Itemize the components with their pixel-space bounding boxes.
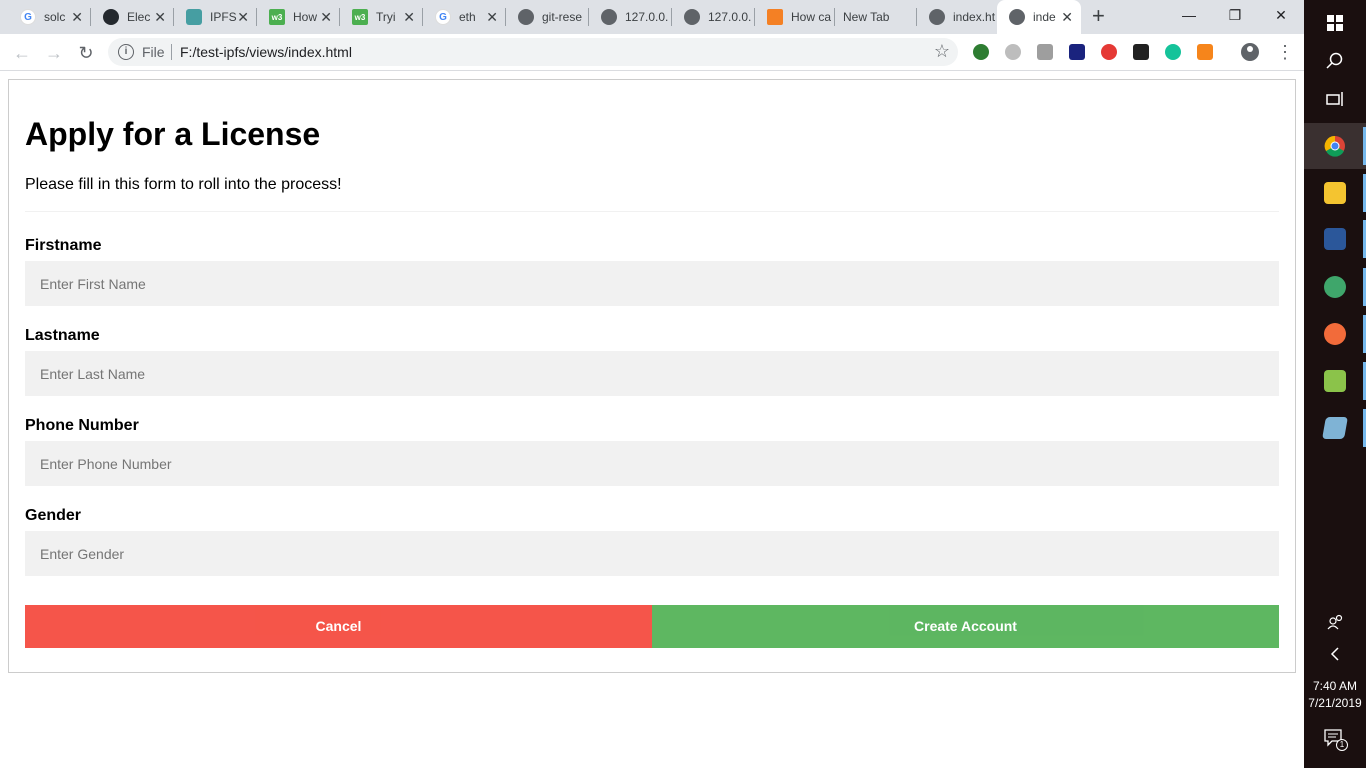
file-explorer-icon[interactable]	[1304, 170, 1366, 216]
tab-new-tab[interactable]: New Tab	[835, 0, 917, 34]
gender-label: Gender	[25, 507, 82, 524]
tab-title: eth	[459, 10, 476, 24]
postman-icon[interactable]	[1304, 311, 1366, 357]
tab-title: 127.0.0.	[625, 10, 669, 24]
close-tab-icon[interactable]: ✕	[1061, 9, 1073, 25]
address-bar[interactable]: i File F:/test-ipfs/views/index.html ☆	[108, 38, 958, 66]
w3schools-icon: w3	[352, 9, 368, 25]
tab-title: inde	[1033, 10, 1056, 24]
tab-tryi[interactable]: w3 Tryi ✕	[340, 0, 423, 34]
tab-strip: G solc ✕ Elec ✕ IPFS ✕ w3 How ✕ w3 Tryi …	[0, 0, 1304, 34]
extension-adblock-icon[interactable]	[1101, 44, 1117, 60]
extension-globe-icon[interactable]	[973, 44, 989, 60]
metamask-icon[interactable]	[1197, 44, 1213, 60]
tab-solc[interactable]: G solc ✕	[8, 0, 91, 34]
close-tab-icon[interactable]: ✕	[486, 9, 498, 25]
google-icon: G	[20, 9, 36, 25]
clock-date: 7/21/2019	[1308, 696, 1362, 710]
tab-title: New Tab	[843, 10, 890, 24]
maximize-button[interactable]: ❐	[1212, 0, 1258, 30]
forward-button[interactable]: →	[42, 41, 66, 65]
back-button[interactable]: ←	[10, 41, 34, 65]
create-account-button[interactable]: Create Account	[652, 605, 1279, 648]
divider	[25, 211, 1279, 212]
browser-window: G solc ✕ Elec ✕ IPFS ✕ w3 How ✕ w3 Tryi …	[0, 0, 1304, 768]
tab-title: index.ht	[953, 10, 996, 24]
tab-localhost-2[interactable]: 127.0.0.	[672, 0, 755, 34]
tab-title: Elec	[127, 10, 151, 24]
notepad-plus-icon[interactable]	[1304, 358, 1366, 404]
license-form: Apply for a License Please fill in this …	[8, 79, 1296, 673]
tab-elec[interactable]: Elec ✕	[91, 0, 174, 34]
github-icon	[103, 9, 119, 25]
tab-title: solc	[44, 10, 66, 24]
phone-number-input[interactable]	[25, 441, 1279, 486]
tab-title: Tryi	[376, 10, 396, 24]
chrome-menu-icon[interactable]: ⋮	[1276, 42, 1294, 62]
ipfs-icon	[186, 9, 202, 25]
stackoverflow-icon	[767, 9, 783, 25]
clock-time: 7:40 AM	[1312, 679, 1358, 693]
globe-icon	[601, 9, 617, 25]
lastname-input[interactable]	[25, 351, 1279, 396]
word-icon[interactable]	[1304, 216, 1366, 262]
windows-taskbar	[1304, 0, 1366, 768]
globe-icon	[1009, 9, 1025, 25]
tab-title: How ca	[791, 10, 832, 24]
url-scheme: File	[142, 44, 165, 60]
close-tab-icon[interactable]: ✕	[320, 9, 332, 25]
extension-grey-icon[interactable]	[1005, 44, 1021, 60]
task-view-icon[interactable]	[1304, 76, 1366, 122]
lastname-label: Lastname	[25, 327, 100, 344]
extension-dark-icon[interactable]	[1133, 44, 1149, 60]
tab-title: git-rese	[542, 10, 583, 24]
tab-how-can[interactable]: How ca	[755, 0, 835, 34]
notification-count-badge: 1	[1336, 739, 1348, 751]
tab-ipfs[interactable]: IPFS ✕	[174, 0, 257, 34]
globe-icon	[518, 9, 534, 25]
info-icon[interactable]: i	[118, 44, 134, 60]
globe-icon	[684, 9, 700, 25]
globe-icon	[929, 9, 945, 25]
tab-title: How	[293, 10, 318, 24]
tab-title: 127.0.0.	[708, 10, 752, 24]
close-tab-icon[interactable]: ✕	[71, 9, 83, 25]
action-center-icon[interactable]: 1	[1324, 729, 1348, 753]
cancel-button[interactable]: Cancel	[25, 605, 652, 648]
phone-number-label: Phone Number	[25, 417, 139, 434]
firstname-input[interactable]	[25, 261, 1279, 306]
bookmark-star-icon[interactable]: ☆	[934, 41, 950, 62]
reload-button[interactable]: ↻	[74, 41, 98, 65]
gender-input[interactable]	[25, 531, 1279, 576]
show-hidden-icons-chevron-icon[interactable]	[1304, 631, 1366, 677]
grammarly-icon[interactable]	[1165, 44, 1181, 60]
close-tab-icon[interactable]: ✕	[154, 9, 166, 25]
app-icon[interactable]	[1304, 405, 1366, 451]
chrome-icon[interactable]	[1304, 123, 1366, 169]
new-tab-button[interactable]: +	[1092, 4, 1105, 28]
google-icon: G	[435, 9, 451, 25]
tab-how[interactable]: w3 How ✕	[257, 0, 340, 34]
minimize-button[interactable]: —	[1166, 0, 1212, 30]
w3schools-icon: w3	[269, 9, 285, 25]
profile-avatar-icon[interactable]	[1241, 43, 1259, 61]
close-window-button[interactable]: ✕	[1258, 0, 1304, 30]
tab-localhost-1[interactable]: 127.0.0.	[589, 0, 672, 34]
close-tab-icon[interactable]: ✕	[237, 9, 249, 25]
atom-icon[interactable]	[1304, 264, 1366, 310]
tab-eth[interactable]: G eth ✕	[423, 0, 506, 34]
extension-camera-icon[interactable]	[1037, 44, 1053, 60]
tab-title: IPFS	[210, 10, 237, 24]
extension-clapper-icon[interactable]	[1069, 44, 1085, 60]
page-title: Apply for a License	[25, 116, 321, 152]
firstname-label: Firstname	[25, 237, 102, 254]
tab-index-1[interactable]: index.ht	[917, 0, 997, 34]
system-clock[interactable]: 7:40 AM 7/21/2019	[1304, 678, 1366, 712]
page-subtitle: Please fill in this form to roll into th…	[25, 176, 342, 193]
tab-git-reset[interactable]: git-rese	[506, 0, 589, 34]
url-text[interactable]: F:/test-ipfs/views/index.html	[180, 44, 352, 60]
tab-index-active[interactable]: inde ✕	[997, 0, 1081, 34]
close-tab-icon[interactable]: ✕	[403, 9, 415, 25]
